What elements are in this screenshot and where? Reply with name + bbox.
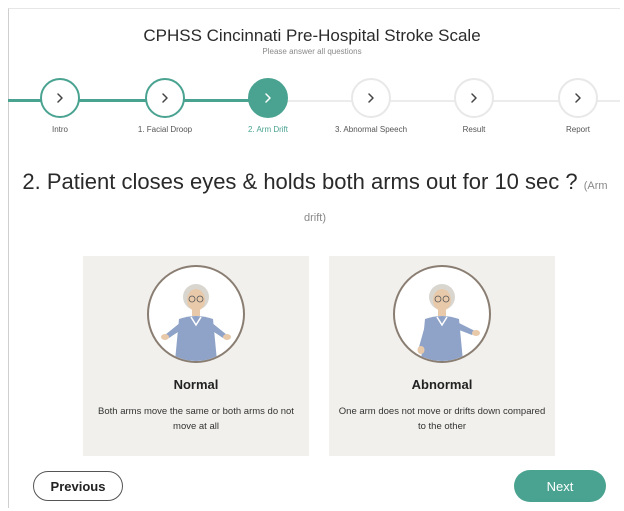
chevron-right-icon: [57, 93, 63, 103]
chevron-right-icon: [575, 93, 581, 103]
patient-arms-level-icon: [147, 265, 245, 363]
option-description: Both arms move the same or both arms do …: [98, 406, 294, 432]
next-button[interactable]: Next: [514, 470, 606, 502]
chevron-right-icon: [471, 93, 477, 103]
step-circle[interactable]: [351, 78, 391, 118]
step-label: Intro: [51, 125, 68, 134]
option-card-abnormal[interactable]: Abnormal One arm does not move or drifts…: [329, 256, 555, 456]
step-abnormal-speech[interactable]: 3. Abnormal Speech: [326, 78, 416, 134]
chevron-right-icon: [162, 93, 168, 103]
step-label: Result: [462, 125, 486, 134]
option-title: Normal: [173, 377, 219, 392]
page-title: CPHSS Cincinnati Pre-Hospital Stroke Sca…: [143, 26, 481, 45]
question-main: 2. Patient closes eyes & holds both arms…: [22, 169, 578, 194]
step-label: 3. Abnormal Speech: [334, 125, 408, 134]
progress-stepper: Intro 1. Facial Droop 2. Arm Drift 3. Ab…: [0, 78, 624, 138]
option-description: One arm does not move or drifts down com…: [338, 406, 546, 432]
step-circle[interactable]: [558, 78, 598, 118]
step-facial-droop[interactable]: 1. Facial Droop: [120, 78, 210, 134]
step-circle[interactable]: [248, 78, 288, 118]
step-circle[interactable]: [40, 78, 80, 118]
chevron-right-icon: [265, 93, 271, 103]
step-circle[interactable]: [145, 78, 185, 118]
step-intro[interactable]: Intro: [15, 78, 105, 134]
question-text: 2. Patient closes eyes & holds both arms…: [20, 168, 610, 232]
option-card-normal[interactable]: Normal Both arms move the same or both a…: [83, 256, 309, 456]
previous-button[interactable]: Previous: [33, 471, 123, 501]
step-label: 1. Facial Droop: [137, 125, 193, 134]
page-subtitle: Please answer all questions: [262, 47, 362, 56]
step-report[interactable]: Report: [533, 78, 623, 134]
step-result[interactable]: Result: [429, 78, 519, 134]
patient-arm-drift-icon: [393, 265, 491, 363]
step-arm-drift[interactable]: 2. Arm Drift: [223, 78, 313, 134]
step-circle[interactable]: [454, 78, 494, 118]
chevron-right-icon: [368, 93, 374, 103]
step-label: 2. Arm Drift: [247, 125, 288, 134]
step-label: Report: [565, 125, 590, 134]
option-title: Abnormal: [411, 377, 473, 392]
